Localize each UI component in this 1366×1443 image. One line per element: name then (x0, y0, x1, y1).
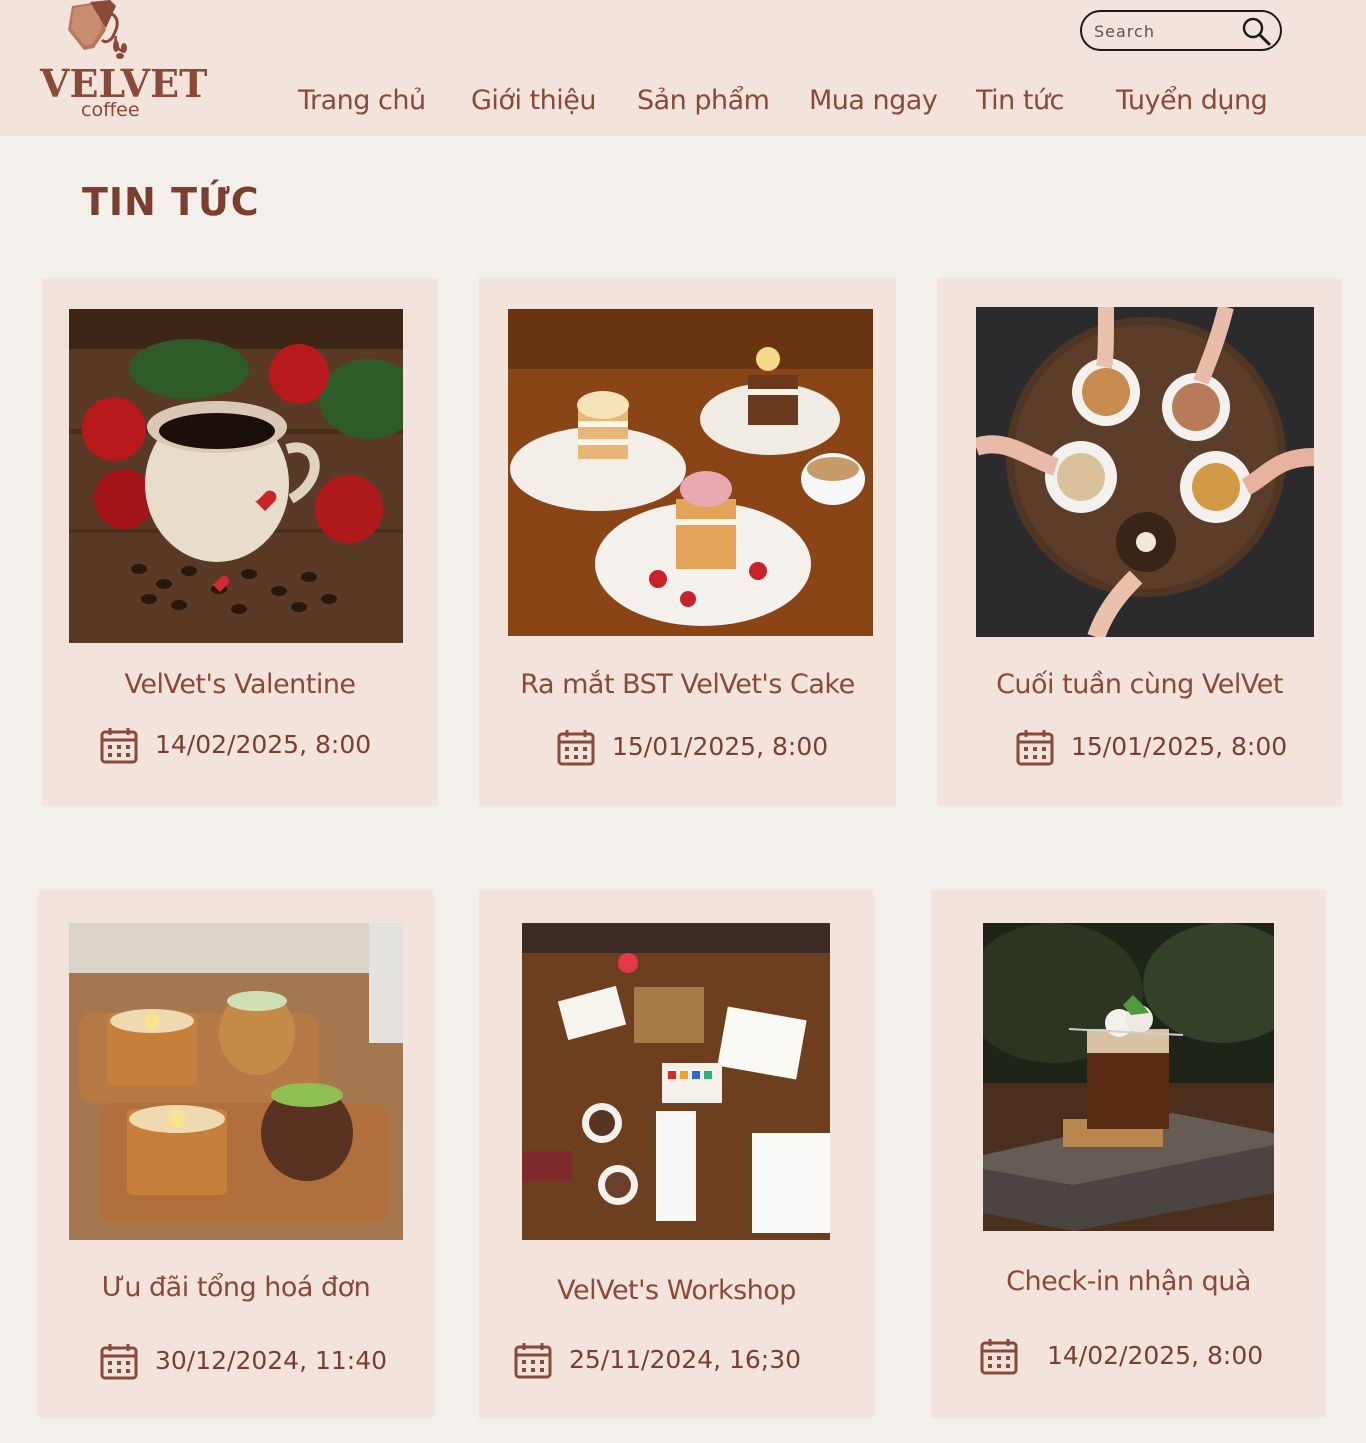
news-card[interactable]: Cuối tuần cùng VelVet 15/01/2025, 8:00 (937, 278, 1342, 806)
news-date: 30/12/2024, 11:40 (155, 1346, 388, 1375)
news-date: 14/02/2025, 8:00 (155, 730, 372, 759)
page-title: TIN TỨC (82, 180, 260, 224)
coffee-pot-logo-icon (68, 0, 127, 59)
site-header: VELVET coffee Trang chủ Giới thiệu Sản p… (0, 0, 1366, 136)
news-date: 25/11/2024, 16;30 (569, 1345, 802, 1374)
cakes-plates-photo[interactable] (508, 309, 873, 636)
calendar-icon (100, 1344, 138, 1380)
news-card[interactable]: VelVet's Valentine 14/02/2025, 8:00 (42, 278, 438, 806)
news-title[interactable]: Cuối tuần cùng VelVet (937, 667, 1342, 703)
search-icon[interactable] (1240, 16, 1272, 46)
news-date: 14/02/2025, 8:00 (1047, 1341, 1264, 1370)
news-date-row: 14/02/2025, 8:00 (979, 1335, 1263, 1377)
nav-item-gioi-thieu[interactable]: Giới thiệu (471, 82, 596, 120)
news-title[interactable]: VelVet's Workshop (479, 1273, 874, 1309)
news-card[interactable]: Ưu đãi tổng hoá đơn 30/12/2024, 11:40 (38, 890, 434, 1418)
nav-item-san-pham[interactable]: Sản phẩm (637, 82, 770, 120)
calendar-icon (1016, 730, 1054, 766)
nav-item-trang-chu[interactable]: Trang chủ (298, 82, 426, 120)
nav-item-tuyen-dung[interactable]: Tuyển dụng (1116, 82, 1268, 120)
news-title[interactable]: Ưu đãi tổng hoá đơn (38, 1270, 434, 1306)
news-card[interactable]: Check-in nhận quà 14/02/2025, 8:00 (931, 890, 1326, 1418)
news-date-row: 25/11/2024, 16;30 (513, 1339, 801, 1381)
coffee-cup-roses-photo[interactable] (69, 309, 403, 643)
nav-item-tin-tuc[interactable]: Tin tức (976, 82, 1064, 120)
calendar-icon (514, 1343, 552, 1379)
news-date: 15/01/2025, 8:00 (612, 732, 829, 761)
search-input[interactable] (1094, 20, 1234, 42)
search-box (1080, 10, 1282, 51)
painting-workshop-photo[interactable] (522, 923, 830, 1240)
news-date: 15/01/2025, 8:00 (1071, 732, 1288, 761)
toast-matcha-photo[interactable] (69, 923, 403, 1240)
news-card[interactable]: VelVet's Workshop 25/11/2024, 16;30 (479, 890, 874, 1418)
news-title[interactable]: Check-in nhận quà (931, 1264, 1326, 1300)
calendar-icon (980, 1339, 1018, 1375)
nav-item-mua-ngay[interactable]: Mua ngay (809, 82, 938, 120)
news-title[interactable]: Ra mắt BST VelVet's Cake (479, 667, 896, 703)
calendar-icon (557, 730, 595, 766)
news-title[interactable]: VelVet's Valentine (42, 667, 438, 703)
news-date-row: 14/02/2025, 8:00 (99, 724, 371, 766)
iced-coffee-book-photo[interactable] (983, 923, 1274, 1231)
calendar-icon (100, 728, 138, 764)
main-nav: Trang chủ Giới thiệu Sản phẩm Mua ngay T… (0, 82, 1366, 122)
news-card[interactable]: Ra mắt BST VelVet's Cake 15/01/2025, 8:0… (479, 278, 896, 806)
latte-art-table-photo[interactable] (976, 307, 1314, 637)
news-date-row: 15/01/2025, 8:00 (556, 726, 828, 768)
news-date-row: 15/01/2025, 8:00 (1015, 726, 1287, 768)
news-date-row: 30/12/2024, 11:40 (99, 1340, 387, 1382)
